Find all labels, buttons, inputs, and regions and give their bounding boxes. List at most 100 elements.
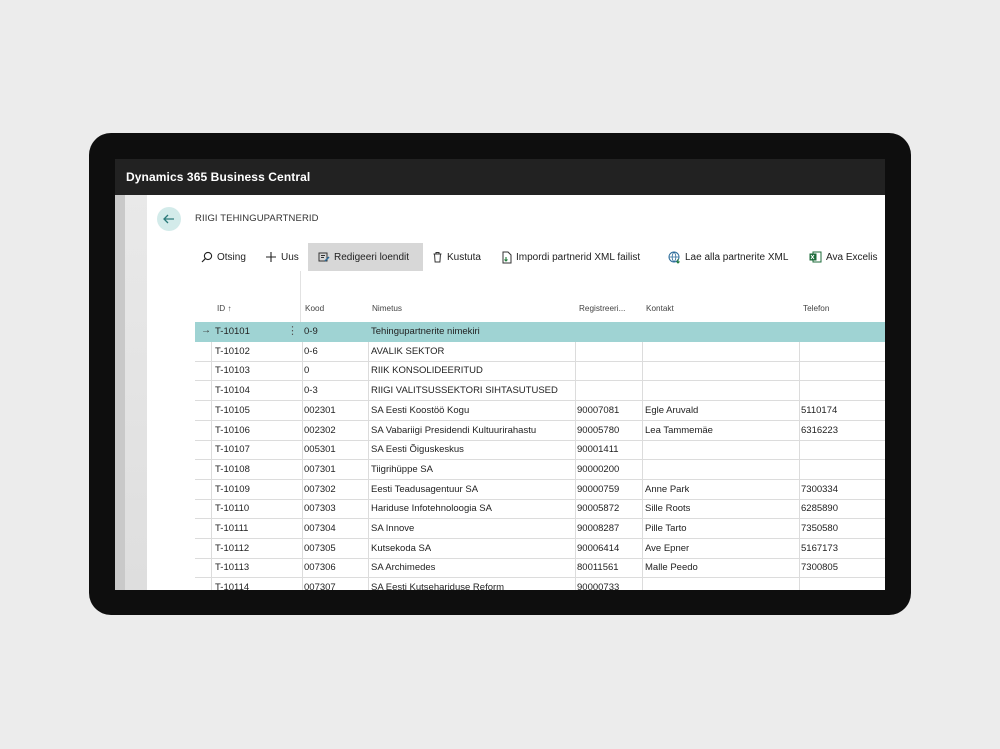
cell-id[interactable]: T-10114 [215, 582, 249, 590]
cell-id[interactable]: T-10105 [215, 405, 250, 416]
cell-telefon[interactable]: 5110174 [801, 405, 837, 416]
cell-id[interactable]: T-10101 [215, 326, 250, 337]
table-row[interactable]: T-10113 007306 SA Archimedes 80011561 Malle … [195, 558, 885, 579]
cell-reg[interactable]: 90000733 [577, 582, 619, 590]
table-row[interactable]: T-10101 0-9 Tehingupartnerite nimekiri → ⋮ [195, 322, 885, 342]
cell-id[interactable]: T-10103 [215, 365, 250, 376]
cell-nimetus[interactable]: SA Eesti Kutsehariduse Reform [371, 582, 504, 590]
download-button[interactable]: Lae alla partnerite XML [668, 243, 788, 271]
table-row[interactable]: T-10103 0 RIIK KONSOLIDEERITUD [195, 361, 885, 382]
table-row[interactable]: T-10107 005301 SA Eesti Õiguskeskus 9000141… [195, 440, 885, 461]
table-row[interactable]: T-10114 007307 SA Eesti Kutsehariduse Refo… [195, 578, 885, 590]
cell-kood[interactable]: 007302 [304, 484, 336, 495]
cell-nimetus[interactable]: SA Eesti Koostöö Kogu [371, 405, 469, 416]
cell-reg[interactable]: 90005872 [577, 503, 619, 514]
cell-kontakt[interactable]: Malle Peedo [645, 562, 698, 573]
cell-telefon[interactable]: 7350580 [801, 523, 838, 534]
cell-id[interactable]: T-10107 [215, 444, 250, 455]
cell-nimetus[interactable]: Hariduse Infotehnoloogia SA [371, 503, 492, 514]
cell-kontakt[interactable]: Egle Aruvald [645, 405, 698, 416]
cell-id[interactable]: T-10102 [215, 346, 250, 357]
cell-kood[interactable]: 0 [304, 365, 309, 376]
cell-nimetus[interactable]: SA Archimedes [371, 562, 435, 573]
table-row[interactable]: T-10106 002302 SA Vabariigi Presidendi Kul… [195, 420, 885, 441]
col-header-registreeri[interactable]: Registreeri... [579, 304, 625, 313]
cell-telefon[interactable]: 7300805 [801, 562, 838, 573]
back-button[interactable] [157, 207, 181, 231]
cell-kood[interactable]: 007306 [304, 562, 336, 573]
table-row[interactable]: T-10110 007303 Hariduse Infotehnoloogia SA… [195, 499, 885, 520]
cell-telefon[interactable]: 5167173 [801, 543, 838, 554]
cell-id[interactable]: T-10109 [215, 484, 250, 495]
cell-nimetus[interactable]: SA Eesti Õiguskeskus [371, 444, 464, 455]
cell-kontakt[interactable]: Anne Park [645, 484, 689, 495]
col-header-kontakt[interactable]: Kontakt [646, 304, 674, 313]
table-row[interactable]: T-10105 002301 SA Eesti Koostöö Kogu 900070… [195, 400, 885, 421]
delete-button[interactable]: Kustuta [432, 243, 481, 271]
cell-telefon[interactable]: 6285890 [801, 503, 838, 514]
table-row[interactable]: T-10108 007301 Tiigrihüppe SA 90000200 [195, 459, 885, 480]
cell-kontakt[interactable]: Sille Roots [645, 503, 690, 514]
col-header-telefon[interactable]: Telefon [803, 304, 829, 313]
table-row[interactable]: T-10102 0-6 AVALIK SEKTOR [195, 341, 885, 362]
cell-kontakt[interactable]: Ave Epner [645, 543, 689, 554]
cell-id[interactable]: T-10112 [215, 543, 249, 554]
cell-nimetus[interactable]: RIIGI VALITSUSSEKTORI SIHTASUTUSED [371, 385, 558, 396]
cell-kood[interactable]: 002302 [304, 425, 336, 436]
cell-divider [302, 322, 303, 341]
new-button[interactable]: Uus [265, 243, 299, 271]
search-button[interactable]: Otsing [201, 243, 246, 271]
col-header-nimetus[interactable]: Nimetus [372, 304, 402, 313]
cell-reg[interactable]: 90000759 [577, 484, 619, 495]
edit-list-button[interactable]: Redigeeri loendit [308, 243, 423, 271]
cell-id[interactable]: T-10108 [215, 464, 250, 475]
cell-reg[interactable]: 90006414 [577, 543, 619, 554]
cell-telefon[interactable]: 7300334 [801, 484, 838, 495]
cell-divider [575, 578, 576, 590]
cell-id[interactable]: T-10111 [215, 523, 248, 534]
cell-kood[interactable]: 0-6 [304, 346, 318, 357]
cell-id[interactable]: T-10106 [215, 425, 250, 436]
cell-reg[interactable]: 90007081 [577, 405, 619, 416]
cell-nimetus[interactable]: Kutsekoda SA [371, 543, 431, 554]
cell-nimetus[interactable]: Tiigrihüppe SA [371, 464, 433, 475]
col-header-id[interactable]: ID ↑ [217, 304, 231, 313]
sort-ascending-icon: ↑ [227, 304, 232, 313]
cell-nimetus[interactable]: Eesti Teadusagentuur SA [371, 484, 478, 495]
cell-reg[interactable]: 90005780 [577, 425, 619, 436]
cell-nimetus[interactable]: RIIK KONSOLIDEERITUD [371, 365, 483, 376]
cell-kood[interactable]: 007304 [304, 523, 336, 534]
more-vertical-icon[interactable]: ⋮ [287, 324, 298, 337]
cell-telefon[interactable]: 6316223 [801, 425, 838, 436]
cell-reg[interactable]: 90001411 [577, 444, 619, 455]
cell-id[interactable]: T-10110 [215, 503, 249, 514]
cell-kood[interactable]: 007303 [304, 503, 336, 514]
open-excel-button[interactable]: Ava Excelis [809, 243, 878, 271]
cell-id[interactable]: T-10113 [215, 562, 249, 573]
table-row[interactable]: T-10111 007304 SA Innove 90008287 Pille Tart… [195, 519, 885, 539]
cell-kood[interactable]: 007307 [304, 582, 336, 590]
app-bar: Dynamics 365 Business Central [115, 159, 885, 195]
cell-reg[interactable]: 80011561 [577, 562, 619, 573]
cell-nimetus[interactable]: SA Innove [371, 523, 414, 534]
cell-nimetus[interactable]: Tehingupartnerite nimekiri [371, 326, 480, 337]
cell-reg[interactable]: 90008287 [577, 523, 619, 534]
cell-reg[interactable]: 90000200 [577, 464, 619, 475]
col-header-kood[interactable]: Kood [305, 304, 324, 313]
table-row[interactable]: T-10109 007302 Eesti Teadusagentuur SA 9000… [195, 479, 885, 500]
cell-kood[interactable]: 007305 [304, 543, 336, 554]
cell-kood[interactable]: 007301 [304, 464, 336, 475]
cell-kood[interactable]: 0-3 [304, 385, 318, 396]
cell-kontakt[interactable]: Lea Tammemäe [645, 425, 713, 436]
import-button[interactable]: Impordi partnerid XML failist [501, 243, 640, 271]
cell-nimetus[interactable]: AVALIK SEKTOR [371, 346, 444, 357]
cell-kontakt[interactable]: Pille Tarto [645, 523, 687, 534]
table-row[interactable]: T-10104 0-3 RIIGI VALITSUSSEKTORI SIHTASUT… [195, 381, 885, 402]
table-row[interactable]: T-10112 007305 Kutsekoda SA 90006414 Ave Epn… [195, 538, 885, 559]
cell-kood[interactable]: 005301 [304, 444, 336, 455]
cell-divider [211, 361, 212, 381]
cell-kood[interactable]: 0-9 [304, 326, 318, 337]
cell-kood[interactable]: 002301 [304, 405, 336, 416]
cell-id[interactable]: T-10104 [215, 385, 250, 396]
cell-nimetus[interactable]: SA Vabariigi Presidendi Kultuurirahastu [371, 425, 536, 436]
